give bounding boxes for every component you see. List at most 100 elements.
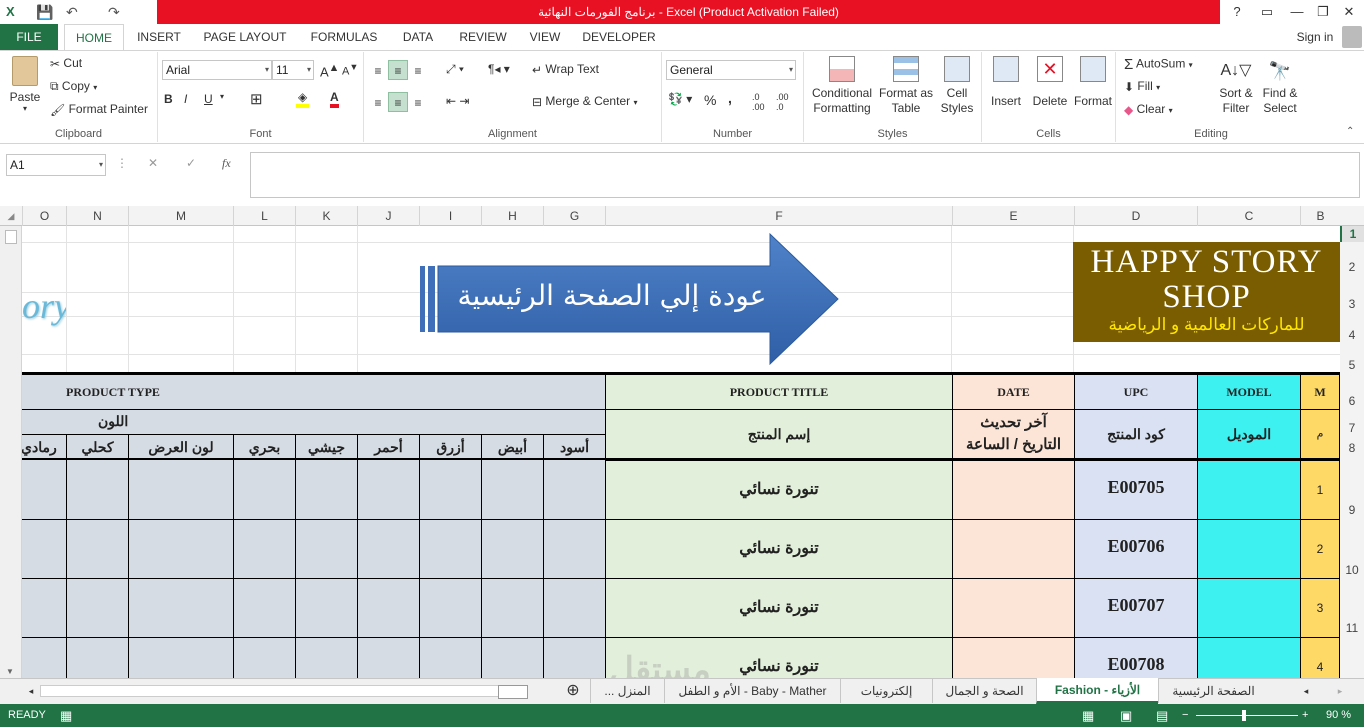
name-box[interactable]: A1 ▾ xyxy=(6,154,106,176)
help-button[interactable]: ? xyxy=(1222,0,1252,24)
ribbon-options-button[interactable]: ▭ xyxy=(1252,0,1282,24)
cut-button[interactable]: ✂ Cut xyxy=(50,56,82,71)
normal-view-icon[interactable]: ▦ xyxy=(1082,704,1094,727)
row-header-9[interactable]: 9 xyxy=(1340,460,1364,560)
column-header-b[interactable]: B xyxy=(1300,206,1340,226)
insert-function-button[interactable]: fx xyxy=(222,156,231,171)
model-cell[interactable] xyxy=(1197,460,1301,520)
sheet-nav-right-icon[interactable]: ◂ xyxy=(1296,679,1316,703)
title-cell[interactable]: تنورة نسائي xyxy=(605,519,953,579)
column-header-o[interactable]: O xyxy=(22,206,66,226)
format-cells-button[interactable]: Format xyxy=(1072,56,1114,108)
model-cell[interactable] xyxy=(1197,519,1301,579)
column-header-l[interactable]: L xyxy=(233,206,295,226)
close-button[interactable]: ✕ xyxy=(1334,0,1364,24)
font-size-select[interactable]: 11 ▾ xyxy=(272,60,314,80)
row-header-4[interactable]: 4 xyxy=(1340,316,1364,354)
row-header-3[interactable]: 3 xyxy=(1340,292,1364,316)
title-cell[interactable]: تنورة نسائي xyxy=(605,578,953,638)
formula-input[interactable] xyxy=(250,152,1360,198)
bold-button[interactable]: B xyxy=(164,92,173,106)
column-header-n[interactable]: N xyxy=(66,206,128,226)
orientation-icon[interactable]: ⤢ ▾ xyxy=(446,62,464,77)
title-cell[interactable]: تنورة نسائي xyxy=(605,637,953,678)
model-cell[interactable] xyxy=(1197,637,1301,678)
hscroll-left-icon[interactable]: ◂ xyxy=(24,679,38,703)
avatar[interactable] xyxy=(1342,26,1362,48)
zoom-out-button[interactable]: − xyxy=(1182,704,1188,727)
tab-page-layout[interactable]: PAGE LAYOUT xyxy=(196,24,294,50)
row-number[interactable]: 1 xyxy=(1300,460,1340,520)
conditional-formatting-button[interactable]: Conditional Formatting xyxy=(808,56,876,116)
tab-file[interactable]: FILE xyxy=(0,24,58,50)
rtl-icon[interactable]: ¶◂ ▾ xyxy=(488,62,510,76)
undo-icon[interactable]: ↶ xyxy=(66,2,78,22)
page-break-view-icon[interactable]: ▤ xyxy=(1156,704,1168,727)
tab-data[interactable]: DATA xyxy=(394,24,442,50)
date-cell[interactable] xyxy=(952,637,1075,678)
align-left-icon[interactable]: ≡ xyxy=(368,93,388,113)
sheet-nav-left-icon[interactable]: ▸ xyxy=(1330,679,1350,703)
column-header-d[interactable]: D xyxy=(1074,206,1197,226)
cell-styles-button[interactable]: Cell Styles xyxy=(936,56,978,116)
date-cell[interactable] xyxy=(952,578,1075,638)
title-cell[interactable]: تنورة نسائي xyxy=(605,460,953,520)
format-painter-button[interactable]: 🖌 Format Painter xyxy=(50,102,148,117)
row-header-11[interactable]: 11 xyxy=(1340,580,1364,678)
upc-cell[interactable]: E00708 xyxy=(1074,637,1198,678)
sheet-tab-main[interactable]: الصفحة الرئيسية xyxy=(1158,679,1268,703)
italic-button[interactable]: I xyxy=(184,92,187,106)
zoom-level[interactable]: 90 % xyxy=(1326,704,1351,727)
redo-icon[interactable]: ↷ xyxy=(108,2,120,22)
tab-insert[interactable]: INSERT xyxy=(130,24,188,50)
fill-button[interactable]: ⬇ Fill ▾ xyxy=(1124,79,1160,94)
underline-button[interactable]: U xyxy=(204,92,213,106)
upc-cell[interactable]: E00705 xyxy=(1074,460,1198,520)
sheet-tab-electronics[interactable]: إلكترونيات xyxy=(840,679,932,703)
tab-view[interactable]: VIEW xyxy=(524,24,566,50)
insert-cells-button[interactable]: Insert xyxy=(986,56,1026,108)
column-header-e[interactable]: E xyxy=(952,206,1074,226)
row-header-5[interactable]: 5 xyxy=(1340,354,1364,376)
scroll-down-icon[interactable]: ▼ xyxy=(6,667,14,676)
model-cell[interactable] xyxy=(1197,578,1301,638)
indent-icons[interactable]: ⇤ ⇥ xyxy=(446,94,469,108)
collapse-ribbon-icon[interactable]: ⌃ xyxy=(1346,126,1354,137)
column-header-i[interactable]: I xyxy=(419,206,481,226)
date-cell[interactable] xyxy=(952,519,1075,579)
scrollbar-thumb[interactable] xyxy=(5,230,17,244)
vertical-scrollbar[interactable]: ▼ xyxy=(0,226,22,678)
sheet-tab-health-beauty[interactable]: الصحة و الجمال xyxy=(932,679,1036,703)
row-header-2[interactable]: 2 xyxy=(1340,242,1364,292)
number-format-select[interactable]: General ▾ xyxy=(666,60,796,80)
sheet-tab-home-goods[interactable]: المنزل ... xyxy=(590,679,664,703)
arrow-label[interactable]: عودة إلي الصفحة الرئيسية xyxy=(442,266,782,326)
delete-cells-button[interactable]: ✕ Delete xyxy=(1030,56,1070,108)
clear-button[interactable]: ◆ Clear ▾ xyxy=(1124,102,1173,117)
hscroll-thumb[interactable] xyxy=(498,685,528,699)
percent-button[interactable]: % xyxy=(704,92,716,108)
font-name-select[interactable]: Arial ▾ xyxy=(162,60,272,80)
save-icon[interactable]: 💾 xyxy=(36,2,53,22)
column-header-j[interactable]: J xyxy=(357,206,419,226)
confirm-entry-button[interactable]: ✓ xyxy=(186,156,196,170)
column-header-g[interactable]: G xyxy=(543,206,605,226)
align-bottom-icon[interactable]: ≡ xyxy=(408,61,428,81)
column-header-f[interactable]: F xyxy=(605,206,952,226)
sheet-tab-baby[interactable]: Baby - Mather - الأم و الطفل xyxy=(664,679,840,703)
copy-button[interactable]: ⧉ Copy ▾ xyxy=(50,79,97,94)
align-center-icon[interactable]: ≡ xyxy=(388,92,408,112)
select-all-corner[interactable]: ◢ xyxy=(0,206,22,226)
decrease-font-icon[interactable]: A▼ xyxy=(342,62,358,78)
tab-review[interactable]: REVIEW xyxy=(452,24,514,50)
increase-decimal-icon[interactable]: .0.00 xyxy=(752,92,765,112)
align-right-icon[interactable]: ≡ xyxy=(408,93,428,113)
row-header-6[interactable]: 6 xyxy=(1340,376,1364,420)
borders-icon[interactable]: ⊞ xyxy=(250,90,263,108)
worksheet-grid[interactable]: ory عودة إلي الصفحة الرئيسية HAPPY STORY… xyxy=(22,226,1340,678)
row-header-7[interactable]: 7 xyxy=(1340,420,1364,436)
row-number[interactable]: 2 xyxy=(1300,519,1340,579)
paste-button[interactable]: Paste ▾ xyxy=(8,56,42,113)
cancel-entry-button[interactable]: ✕ xyxy=(148,156,158,170)
column-header-h[interactable]: H xyxy=(481,206,543,226)
